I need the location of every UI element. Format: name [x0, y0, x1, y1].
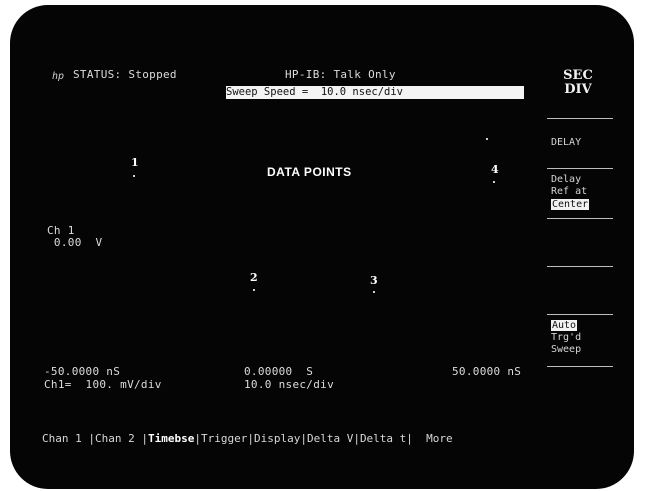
menu-trigger[interactable]: Trigger: [201, 432, 247, 445]
trace-point: [486, 138, 488, 140]
status-text: STATUS: Stopped: [73, 68, 177, 81]
softkey-divider: [547, 366, 613, 367]
time-scale: 10.0 nsec/div: [244, 378, 334, 391]
sweep-speed-readout: Sweep Speed = 10.0 nsec/div: [226, 86, 524, 99]
menu-timebase[interactable]: Timebse: [148, 432, 194, 445]
timebase-right: 50.0000 nS: [452, 365, 522, 378]
data-point-marker-1: 1: [131, 156, 139, 169]
menu-chan1[interactable]: Chan 1: [42, 432, 82, 445]
timebase-center: 0.00000 S: [244, 365, 314, 378]
menu-more[interactable]: More: [426, 432, 453, 445]
trace-point: [493, 181, 495, 183]
overlay-title: DATA POINTS: [267, 165, 352, 179]
softkey-delay-ref-line2: Ref at: [551, 186, 588, 197]
trace-point: [253, 289, 255, 291]
channel-offset: 0.00 V: [47, 236, 103, 249]
trace-point: [133, 175, 135, 177]
timebase-left: -50.0000 nS: [44, 365, 121, 378]
softkey-delay-ref-selected: Center: [551, 199, 590, 210]
softkey-delay-ref-line1: Delay: [551, 174, 582, 185]
ch1-scale: Ch1= 100. mV/div: [44, 378, 162, 391]
softkey-mode-line3: Sweep: [551, 344, 582, 355]
bottom-menu: Chan 1 |Chan 2 |Timebse|Trigger|Display|…: [42, 432, 453, 445]
softkey-delay[interactable]: DELAY: [551, 137, 581, 148]
menu-delta-v[interactable]: Delta V: [307, 432, 353, 445]
softkey-title-line2: DIV: [564, 82, 592, 97]
softkey-divider: [547, 118, 613, 119]
menu-display[interactable]: Display: [254, 432, 300, 445]
softkey-divider: [547, 314, 613, 315]
data-point-marker-3: 3: [370, 274, 378, 287]
softkey-divider: [547, 168, 613, 169]
hpib-status: HP-IB: Talk Only: [285, 68, 396, 81]
data-point-marker-2: 2: [250, 271, 258, 284]
softkey-divider: [547, 218, 613, 219]
softkey-mode-line2: Trg'd: [551, 332, 582, 343]
menu-chan2[interactable]: Chan 2: [95, 432, 135, 445]
trace-point: [373, 291, 375, 293]
hp-logo-icon: hp: [52, 71, 65, 82]
softkey-divider: [547, 266, 613, 267]
menu-delta-t[interactable]: Delta t: [360, 432, 406, 445]
softkey-mode-auto-selected: Auto: [551, 320, 578, 331]
softkey-title-line1: SEC: [563, 68, 593, 83]
data-point-marker-4: 4: [491, 163, 499, 176]
